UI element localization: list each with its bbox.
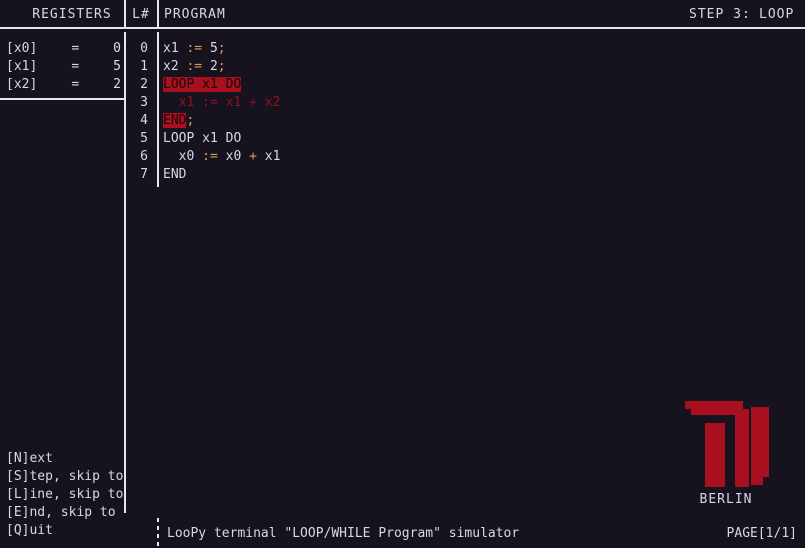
- code-token: DO: [225, 131, 242, 146]
- code-line[interactable]: x1 := 5;: [163, 40, 793, 58]
- line-number: 7: [140, 167, 148, 182]
- tu-logo-left-foot: [735, 467, 749, 487]
- code-token: x0: [178, 149, 195, 164]
- statusbar-divider: [157, 518, 159, 548]
- tu-logo-right-glyph: [751, 407, 769, 485]
- register-equals: =: [71, 59, 80, 74]
- step-mode-label: LOOP: [759, 7, 795, 22]
- menu-item-line[interactable]: [L]ine, skip to: [6, 486, 123, 504]
- code-line[interactable]: LOOP x1 DO: [163, 76, 793, 94]
- tu-berlin-logo: BERLIN: [683, 399, 769, 507]
- code-token: x0: [225, 149, 242, 164]
- tu-logo-left-bar: [705, 423, 725, 487]
- code-token: +: [249, 149, 257, 164]
- register-value: 5: [113, 59, 121, 74]
- tu-logo-caption: BERLIN: [699, 492, 753, 507]
- code-token: :=: [186, 41, 203, 56]
- code-token: 2: [209, 59, 218, 74]
- register-name: [x1]: [6, 59, 38, 74]
- registers-lineno-divider-top: [124, 0, 126, 27]
- line-number: 6: [140, 149, 148, 164]
- code-token: :=: [186, 59, 203, 74]
- registers-panel: [x0] = 0 [x1] = 5 [x2] = 2: [0, 40, 124, 94]
- code-line[interactable]: x2 := 2;: [163, 58, 793, 76]
- line-number-gutter: 0 1 2 3 4 5 6 7: [126, 40, 156, 184]
- register-row: [x0] = 0: [0, 40, 124, 58]
- menu-item-end[interactable]: [E]nd, skip to: [6, 504, 123, 522]
- line-number: 5: [140, 131, 148, 146]
- code-line[interactable]: END: [163, 166, 793, 184]
- line-number: 3: [140, 95, 148, 110]
- register-name: [x2]: [6, 77, 38, 92]
- lineno-program-divider: [157, 32, 159, 187]
- line-number: 0: [140, 41, 148, 56]
- code-token: LOOP x1 DO: [163, 77, 242, 92]
- code-token: LOOP: [163, 131, 195, 146]
- code-line[interactable]: x1 := x1 + x2: [163, 94, 793, 112]
- code-token: x1 := x1 + x2: [163, 95, 281, 110]
- register-equals: =: [71, 77, 80, 92]
- status-text: LooPy terminal "LOOP/WHILE Program" simu…: [167, 526, 520, 541]
- code-token: ;: [217, 59, 226, 74]
- menu-item-next[interactable]: [N]ext: [6, 450, 123, 468]
- command-menu[interactable]: [N]ext [S]tep, skip to [L]ine, skip to […: [6, 450, 123, 540]
- step-counter-label: STEP 3:: [689, 7, 751, 22]
- lineno-header-label: L#: [132, 7, 150, 22]
- menu-item-quit[interactable]: [Q]uit: [6, 522, 123, 540]
- code-line[interactable]: END;: [163, 112, 793, 130]
- code-token: ;: [186, 113, 195, 128]
- register-name: [x0]: [6, 41, 38, 56]
- code-token: 5: [209, 41, 218, 56]
- line-number: 1: [140, 59, 148, 74]
- code-line[interactable]: LOOP x1 DO: [163, 130, 793, 148]
- code-token: x1: [194, 131, 226, 146]
- tu-logo-mark: [685, 401, 769, 487]
- code-token: END: [163, 113, 187, 128]
- program-code-view[interactable]: x1 := 5; x2 := 2; LOOP x1 DO x1 := x1 + x2…: [163, 40, 793, 184]
- register-value: 2: [113, 77, 121, 92]
- code-token: :=: [202, 149, 218, 164]
- page-indicator: PAGE[1/1]: [726, 526, 797, 541]
- code-token: x2: [163, 59, 179, 74]
- register-row: [x1] = 5: [0, 58, 124, 76]
- register-value: 0: [113, 41, 121, 56]
- header-divider: [0, 27, 805, 29]
- terminal-screen: REGISTERS L# PROGRAM STEP 3: LOOP [x0] = 0…: [0, 0, 805, 548]
- register-row: [x2] = 2: [0, 76, 124, 94]
- line-number: 4: [140, 113, 148, 128]
- code-token: ;: [217, 41, 226, 56]
- code-token: x1: [264, 149, 281, 164]
- register-equals: =: [71, 41, 80, 56]
- program-header-label: PROGRAM: [164, 7, 226, 22]
- lineno-program-divider-top: [157, 0, 159, 27]
- code-line[interactable]: x0 := x0 + x1: [163, 148, 793, 166]
- menu-item-step[interactable]: [S]tep, skip to: [6, 468, 123, 486]
- registers-bottom-divider: [0, 98, 124, 100]
- line-number: 2: [140, 77, 148, 92]
- code-token: x1: [163, 41, 179, 56]
- registers-header-label: REGISTERS: [32, 7, 112, 22]
- code-token: END: [163, 167, 187, 182]
